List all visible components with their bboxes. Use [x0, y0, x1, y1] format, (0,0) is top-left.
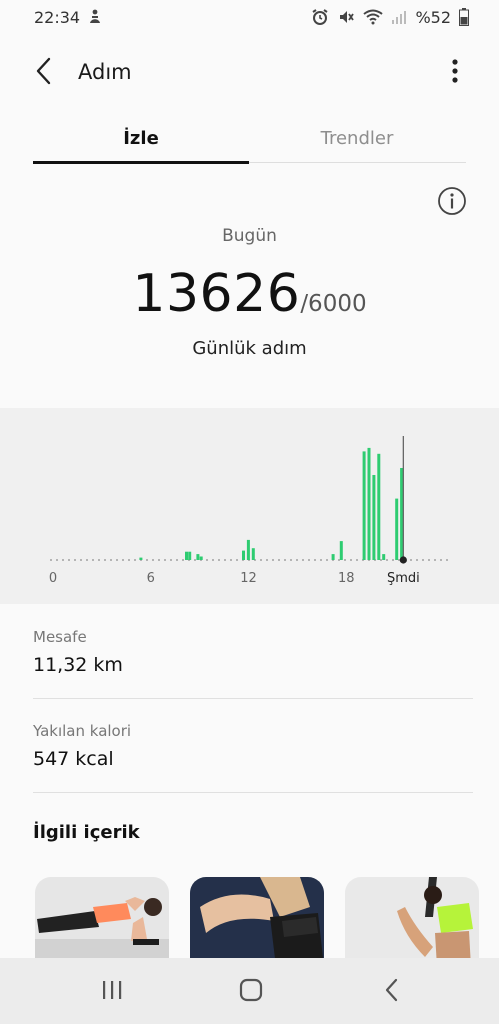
- signal-icon: [391, 9, 407, 25]
- chart-bar: [246, 539, 250, 560]
- chart-x-axis: 0 6 12 18 Şmdi: [49, 571, 420, 586]
- chart-bar: [372, 475, 376, 560]
- app-bar: Adım: [0, 48, 499, 98]
- chart-bar: [400, 468, 404, 560]
- arm-workout-image: [190, 877, 324, 967]
- alarm-icon: [311, 8, 329, 26]
- calories-label: Yakılan kalori: [33, 722, 132, 740]
- plank-workout-image: [35, 877, 169, 967]
- chart-bar: [362, 451, 366, 560]
- related-content-title: İlgili içerik: [33, 822, 140, 843]
- step-goal: /6000: [300, 291, 367, 317]
- more-vert-icon: [452, 59, 458, 87]
- more-options-button[interactable]: [440, 56, 470, 90]
- home-icon: [239, 978, 263, 1006]
- mute-icon: [337, 8, 355, 26]
- accessibility-icon: [88, 9, 102, 25]
- calories-value: 547 kcal: [33, 748, 114, 770]
- chart-bar: [139, 557, 143, 560]
- back-button[interactable]: [28, 57, 58, 89]
- status-right: %52: [311, 8, 469, 27]
- status-bar: 22:34 %52: [0, 0, 499, 34]
- steps-unit-label: Günlük adım: [192, 338, 307, 359]
- page-title: Adım: [78, 60, 132, 84]
- status-time: 22:34: [34, 7, 81, 27]
- step-count: 13626: [132, 264, 301, 324]
- stats-divider: [33, 792, 473, 793]
- home-button[interactable]: [231, 976, 271, 1008]
- tab-divider: [249, 162, 466, 163]
- related-card-stretch[interactable]: [345, 877, 479, 967]
- chart-x-tick-label: Şmdi: [387, 571, 420, 586]
- chart-bar: [199, 556, 203, 560]
- active-tab-indicator: [33, 161, 249, 164]
- chart-bar: [377, 453, 381, 560]
- chart-bar: [188, 551, 192, 560]
- related-card-arm[interactable]: [190, 877, 324, 967]
- tab-bar: İzle Trendler: [33, 116, 466, 166]
- chart-bar: [331, 554, 335, 560]
- chart-x-tick-label: 6: [147, 571, 155, 586]
- info-icon: [437, 187, 467, 220]
- system-nav-bar: [0, 958, 499, 1024]
- distance-label: Mesafe: [33, 628, 87, 646]
- stretch-workout-image: [345, 877, 479, 967]
- tab-izle[interactable]: İzle: [33, 116, 249, 162]
- status-left: 22:34: [34, 8, 102, 27]
- battery-icon: [459, 8, 469, 26]
- recents-button[interactable]: [92, 976, 132, 1008]
- back-arrow-icon: [34, 57, 52, 89]
- chart-bar: [196, 554, 200, 560]
- chart-bar: [395, 498, 399, 560]
- related-card-plank[interactable]: [35, 877, 169, 967]
- recents-icon: [101, 980, 123, 1004]
- nav-back-icon: [384, 978, 398, 1006]
- tab-trendler[interactable]: Trendler: [249, 116, 465, 162]
- nav-back-button[interactable]: [371, 976, 411, 1008]
- wifi-icon: [363, 9, 384, 25]
- chart-bar: [382, 554, 386, 560]
- hourly-steps-chart: 0 6 12 18 Şmdi: [49, 436, 448, 586]
- period-label: Bugün: [222, 226, 277, 246]
- battery-percent: %52: [415, 7, 451, 27]
- chart-bar: [251, 548, 255, 560]
- chart-bar: [367, 447, 371, 560]
- chart-bar: [242, 550, 245, 560]
- chart-bar: [339, 541, 343, 560]
- distance-value: 11,32 km: [33, 654, 123, 676]
- chart-bar: [185, 551, 188, 560]
- info-button[interactable]: [437, 186, 467, 216]
- steps-summary: 13626/6000: [0, 264, 499, 324]
- now-indicator-dot: [399, 556, 407, 564]
- chart-x-tick-label: 0: [49, 571, 57, 586]
- chart-bars: [139, 447, 404, 560]
- stats-divider: [33, 698, 473, 699]
- chart-x-tick-label: 18: [338, 571, 355, 586]
- chart-x-tick-label: 12: [240, 571, 257, 586]
